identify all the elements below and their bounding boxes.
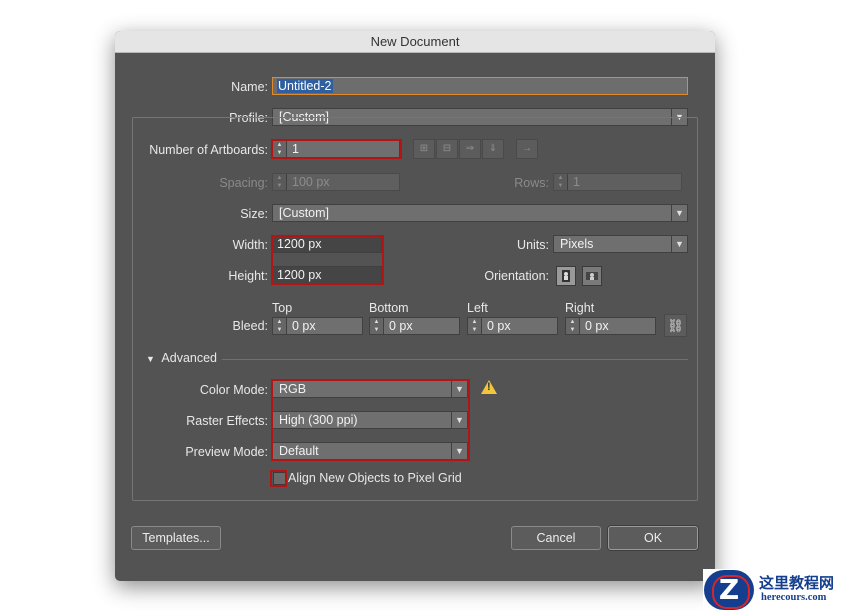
rows-value: 1 <box>573 175 580 189</box>
arrange-by-column-icon: ⇓ <box>482 139 504 159</box>
link-bleed-icon[interactable]: ⛓ <box>664 314 687 337</box>
size-value: [Custom] <box>279 206 330 220</box>
bleed-top-value: 0 px <box>292 319 316 333</box>
rows-stepper: ▲ ▼ 1 <box>553 173 682 191</box>
preview-mode-dropdown[interactable]: Default ▼ <box>272 442 468 460</box>
ok-button[interactable]: OK <box>608 526 698 550</box>
width-value: 1200 px <box>277 237 322 251</box>
name-label: Name: <box>231 80 268 94</box>
bleed-top-stepper[interactable]: ▲ ▼ 0 px <box>272 317 363 335</box>
artboards-label: Number of Artboards: <box>149 143 268 157</box>
right-to-left-icon: → <box>516 139 538 159</box>
bleed-right-stepper[interactable]: ▲ ▼ 0 px <box>565 317 656 335</box>
color-mode-value: RGB <box>279 382 307 396</box>
watermark-logo: Z <box>704 570 754 610</box>
name-value: Untitled-2 <box>277 79 333 93</box>
landscape-orientation-button[interactable] <box>582 266 602 286</box>
advanced-toggle[interactable]: ▼ Advanced <box>146 351 217 365</box>
orientation-label: Orientation: <box>484 269 549 283</box>
chevron-down-icon: ▼ <box>671 236 687 252</box>
height-field[interactable]: 1200 px <box>272 266 382 284</box>
landscape-icon <box>586 272 598 280</box>
size-label: Size: <box>240 207 268 221</box>
preview-mode-label: Preview Mode: <box>185 445 268 459</box>
stepper-arrows-icon[interactable]: ▲ ▼ <box>468 318 482 334</box>
color-mode-dropdown[interactable]: RGB ▼ <box>272 380 468 398</box>
stepper-arrows-icon: ▲ ▼ <box>554 174 568 190</box>
stepper-arrows-icon[interactable]: ▲ ▼ <box>566 318 580 334</box>
warning-icon <box>481 380 497 394</box>
raster-effects-label: Raster Effects: <box>186 414 268 428</box>
height-label: Height: <box>228 269 268 283</box>
advanced-label: Advanced <box>161 351 218 365</box>
raster-effects-value: High (300 ppi) <box>279 413 358 427</box>
bleed-bottom-label: Bottom <box>369 301 409 315</box>
preview-mode-value: Default <box>279 444 319 458</box>
bleed-left-stepper[interactable]: ▲ ▼ 0 px <box>467 317 558 335</box>
bleed-left-label: Left <box>467 301 488 315</box>
stepper-arrows-icon[interactable]: ▲ ▼ <box>273 318 287 334</box>
stepper-arrows-icon: ▲ ▼ <box>273 174 287 190</box>
grid-by-column-icon: ⊟ <box>436 139 458 159</box>
units-value: Pixels <box>560 237 594 251</box>
align-pixel-grid-label: Align New Objects to Pixel Grid <box>288 471 462 485</box>
bleed-label: Bleed: <box>232 319 268 333</box>
bleed-right-label: Right <box>565 301 595 315</box>
height-value: 1200 px <box>277 268 322 282</box>
bleed-top-label: Top <box>272 301 293 315</box>
bleed-bottom-value: 0 px <box>389 319 413 333</box>
name-field[interactable]: Untitled-2 <box>272 77 688 95</box>
width-field[interactable]: 1200 px <box>272 235 382 253</box>
bleed-right-value: 0 px <box>585 319 609 333</box>
bleed-bottom-stepper[interactable]: ▲ ▼ 0 px <box>369 317 460 335</box>
chevron-down-icon: ▼ <box>671 205 687 221</box>
watermark: Z 这里教程网 herecours.com <box>703 569 849 611</box>
chevron-down-icon: ▼ <box>451 443 467 459</box>
stepper-arrows-icon[interactable]: ▲ ▼ <box>273 141 287 157</box>
raster-effects-dropdown[interactable]: High (300 ppi) ▼ <box>272 411 468 429</box>
portrait-icon <box>562 270 570 282</box>
new-document-dialog: New Document Name: Untitled-2 Profile: [… <box>115 31 715 581</box>
artboards-stepper[interactable]: ▲ ▼ 1 <box>272 140 400 158</box>
color-mode-label: Color Mode: <box>199 383 268 397</box>
width-label: Width: <box>232 238 268 252</box>
dialog-title: New Document <box>115 31 715 53</box>
spacing-label: Spacing: <box>219 176 268 190</box>
size-dropdown[interactable]: [Custom] ▼ <box>272 204 688 222</box>
watermark-en-text: herecours.com <box>761 592 827 603</box>
bleed-left-value: 0 px <box>487 319 511 333</box>
artboards-value: 1 <box>292 142 299 156</box>
arrange-by-row-icon: ⇒ <box>459 139 481 159</box>
grid-by-row-icon: ⊞ <box>413 139 435 159</box>
align-pixel-grid-checkbox[interactable] <box>273 472 286 485</box>
advanced-divider <box>222 359 688 360</box>
cancel-button[interactable]: Cancel <box>511 526 601 550</box>
rows-label: Rows: <box>514 176 549 190</box>
units-dropdown[interactable]: Pixels ▼ <box>553 235 688 253</box>
portrait-orientation-button[interactable] <box>556 266 576 286</box>
stepper-arrows-icon[interactable]: ▲ ▼ <box>370 318 384 334</box>
chevron-down-icon: ▼ <box>451 381 467 397</box>
watermark-cn-text: 这里教程网 <box>759 574 835 592</box>
chevron-down-icon: ▼ <box>451 412 467 428</box>
templates-button[interactable]: Templates... <box>131 526 221 550</box>
triangle-down-icon: ▼ <box>146 354 155 364</box>
units-label: Units: <box>517 238 549 252</box>
spacing-stepper: ▲ ▼ 100 px <box>272 173 400 191</box>
spacing-value: 100 px <box>292 175 330 189</box>
